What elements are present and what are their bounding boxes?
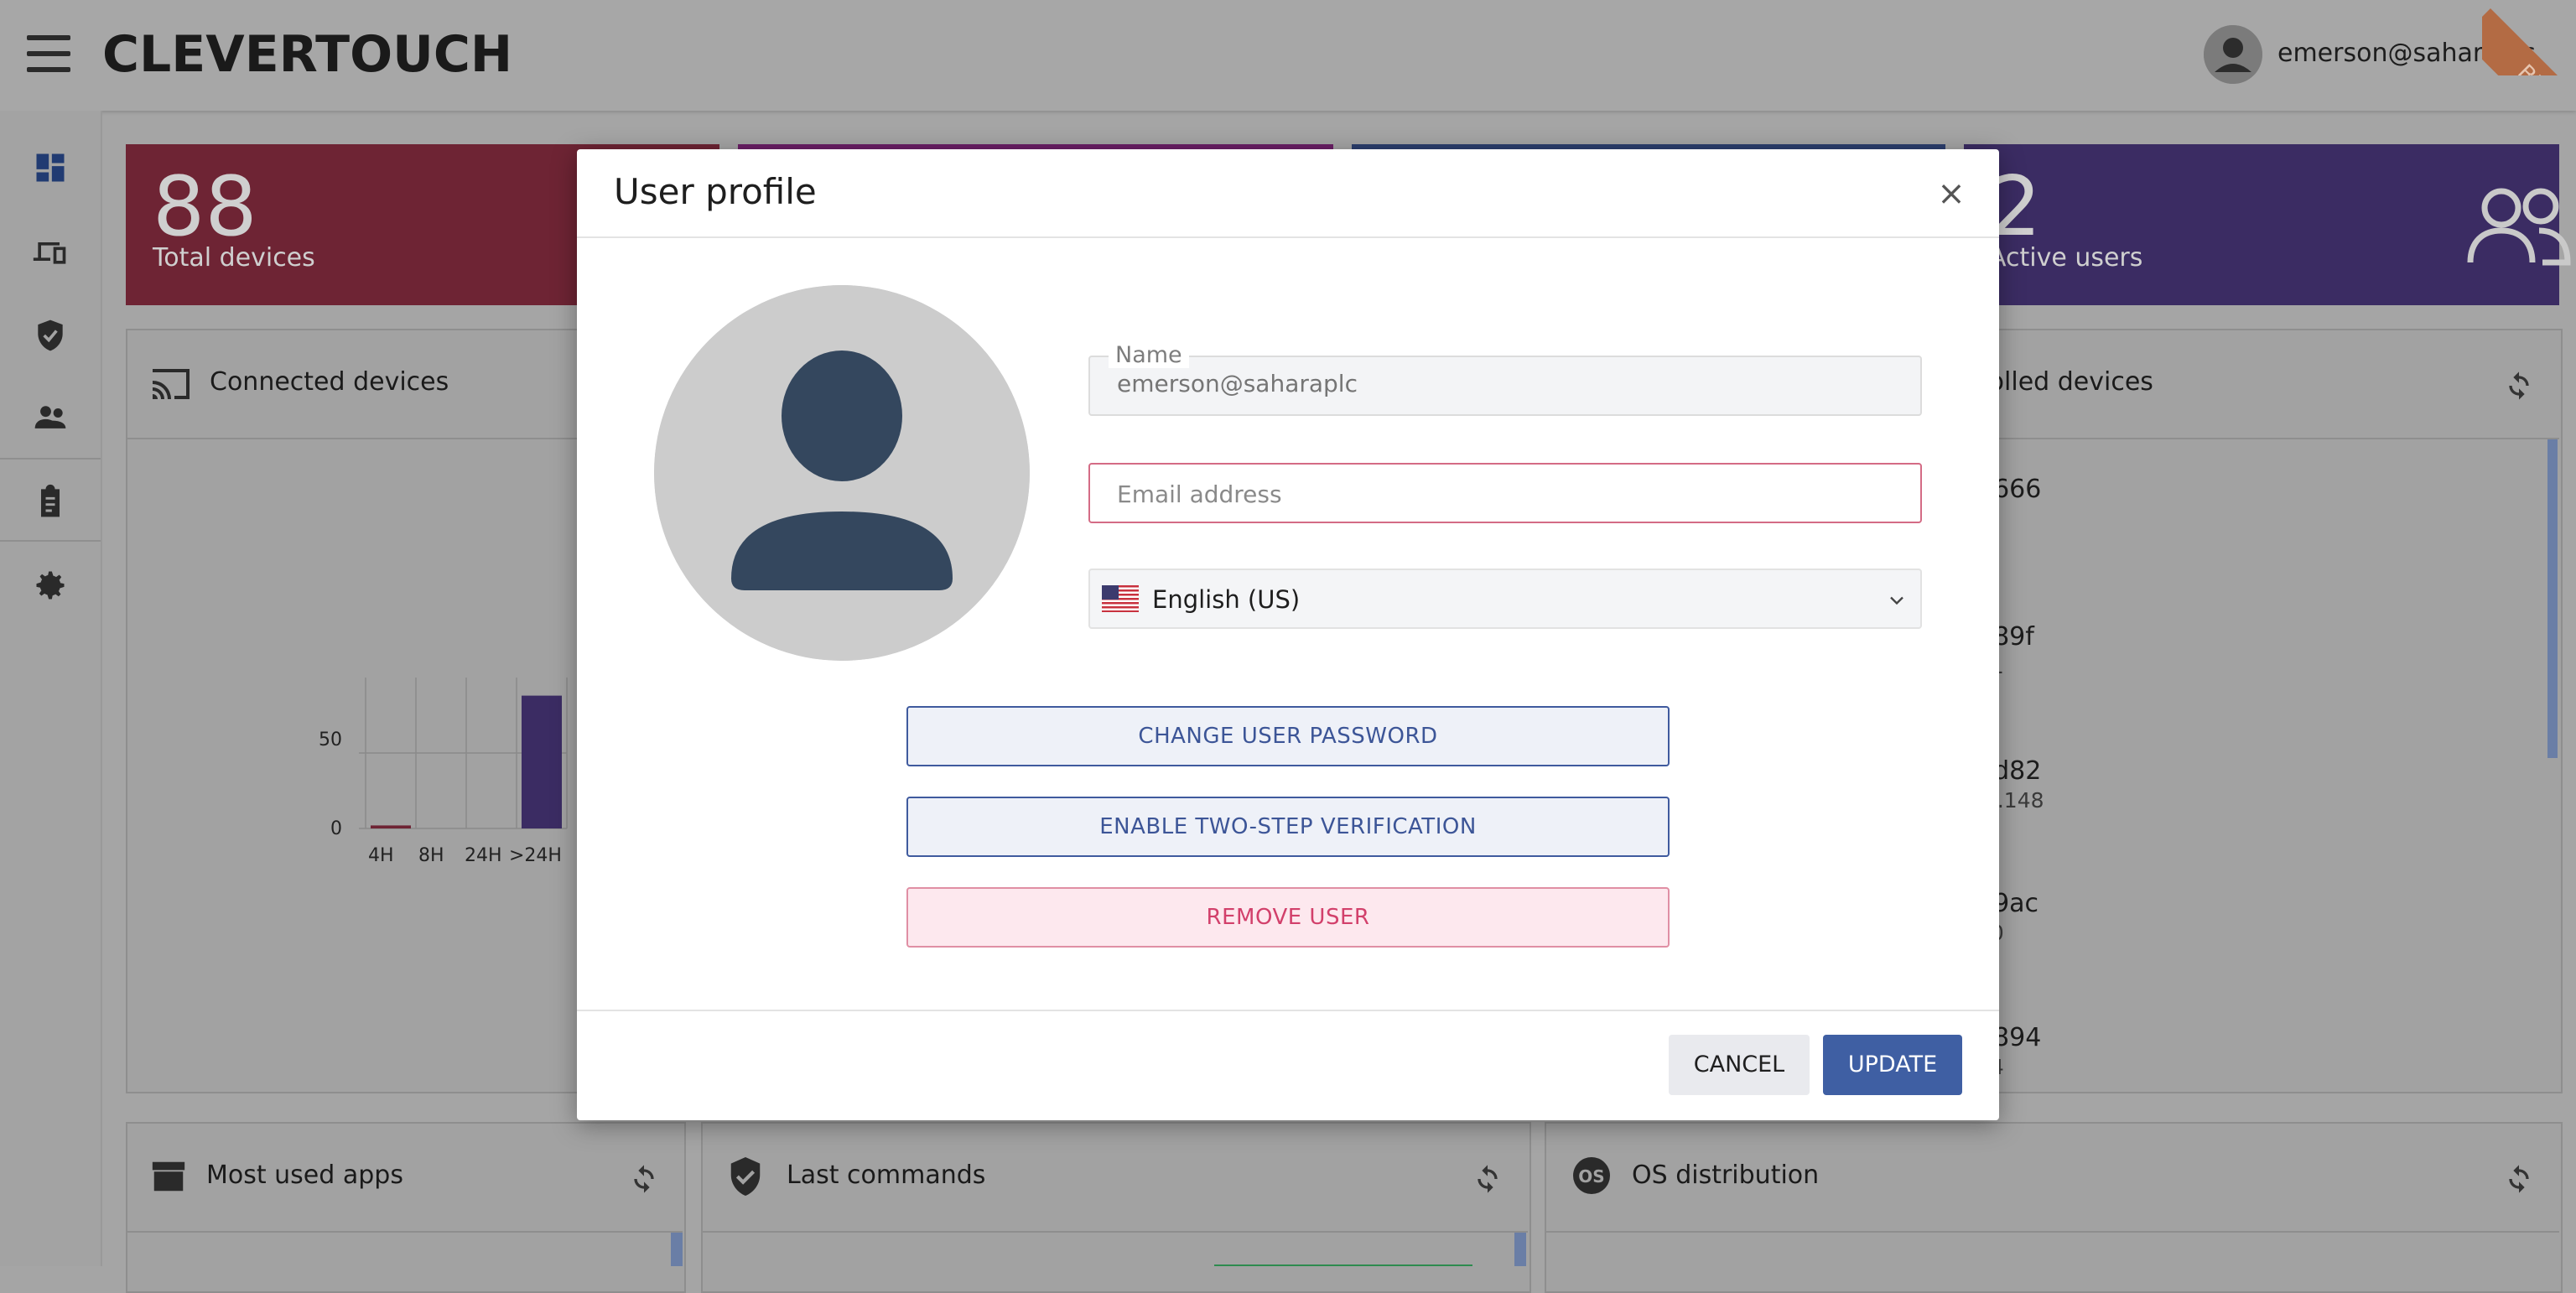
svg-text:OS: OS xyxy=(1578,1166,1604,1187)
shield-icon xyxy=(38,319,63,351)
x-tick-label: 4H xyxy=(368,845,394,866)
x-tick-label: 8H xyxy=(418,845,444,866)
gear-icon xyxy=(36,571,65,600)
refresh-icon xyxy=(2509,371,2529,400)
x-tick-label: >24H xyxy=(509,845,562,866)
shield-icon xyxy=(730,1157,761,1196)
top-bar: CLEVERTOUCH emerson@saharaplc BETA xyxy=(0,0,2576,111)
sidebar-item-security[interactable] xyxy=(32,317,69,354)
refresh-icon xyxy=(634,1165,654,1193)
chart-bar[interactable] xyxy=(522,695,562,828)
scrollbar[interactable] xyxy=(671,1233,683,1266)
profile-avatar[interactable] xyxy=(654,285,1030,661)
chevron-down-icon[interactable] xyxy=(1885,589,1909,612)
sidebar-item-commands[interactable] xyxy=(32,483,69,520)
panel-divider xyxy=(127,1231,683,1233)
stat-label: Total devices xyxy=(153,243,315,273)
users-icon xyxy=(34,406,66,428)
most-used-apps-panel xyxy=(126,1122,686,1293)
update-button[interactable]: UPDATE xyxy=(1823,1035,1962,1095)
email-field[interactable] xyxy=(1088,463,1922,523)
x-tick-label: 24H xyxy=(465,845,502,866)
user-silhouette-icon xyxy=(654,285,1030,661)
close-icon[interactable]: × xyxy=(1929,171,1974,216)
cast-icon xyxy=(153,369,190,399)
sidebar-item-dashboard[interactable] xyxy=(32,149,69,186)
modal-header: User profile × xyxy=(577,149,1999,238)
sidebar-item-users[interactable] xyxy=(32,399,69,436)
refresh-button[interactable] xyxy=(627,1162,661,1196)
sidebar-divider xyxy=(0,458,101,460)
users-icon xyxy=(2467,188,2571,266)
avatar-icon xyxy=(2204,25,2262,84)
refresh-icon xyxy=(2509,1165,2529,1193)
selected-language: English (US) xyxy=(1152,585,1301,614)
os-distribution-panel xyxy=(1545,1122,2563,1293)
cancel-button[interactable]: CANCEL xyxy=(1669,1035,1810,1095)
sidebar-divider xyxy=(0,540,101,542)
panel-title: Most used apps xyxy=(206,1161,403,1190)
scrollbar[interactable] xyxy=(2547,439,2558,758)
clipboard-icon xyxy=(41,484,60,517)
dashboard-icon xyxy=(36,153,65,182)
user-avatar[interactable] xyxy=(2204,25,2262,84)
y-tick-label: 0 xyxy=(330,818,342,839)
panel-title: rolled devices xyxy=(1979,367,2153,397)
language-select[interactable]: English (US) xyxy=(1088,569,1922,629)
name-field[interactable]: Name xyxy=(1088,342,1922,416)
change-password-button[interactable]: CHANGE USER PASSWORD xyxy=(906,706,1670,766)
stat-value: 88 xyxy=(153,159,257,255)
panel-title: Last commands xyxy=(787,1161,986,1190)
email-input[interactable] xyxy=(1115,480,1898,509)
os-icon: OS xyxy=(1573,1157,1610,1194)
enable-two-step-button[interactable]: ENABLE TWO-STEP VERIFICATION xyxy=(906,797,1670,857)
chart-bar[interactable] xyxy=(371,825,411,828)
modal-title: User profile xyxy=(614,171,817,212)
name-input[interactable] xyxy=(1115,369,1898,398)
panel-title: Connected devices xyxy=(210,367,449,397)
panel-title: OS distribution xyxy=(1632,1161,1820,1190)
devices-icon xyxy=(33,242,66,264)
archive-icon xyxy=(152,1161,185,1192)
beta-ribbon: BETA xyxy=(2482,0,2576,75)
scrollbar[interactable] xyxy=(1514,1233,1526,1266)
remove-user-button[interactable]: REMOVE USER xyxy=(906,887,1670,948)
stat-label: Active users xyxy=(1989,243,2143,273)
refresh-button[interactable] xyxy=(2502,1162,2536,1196)
us-flag-icon xyxy=(1102,585,1139,612)
stat-card-active-users[interactable]: 2 Active users xyxy=(1964,144,2571,305)
connected-devices-chart xyxy=(359,678,568,829)
y-tick-label: 50 xyxy=(319,730,342,750)
panel-divider xyxy=(703,1231,1528,1233)
refresh-button[interactable] xyxy=(2502,369,2536,402)
user-profile-modal: User profile × Name emerson@saharaplc Em… xyxy=(577,149,1999,1120)
menu-icon[interactable] xyxy=(27,35,70,72)
sidebar-item-settings[interactable] xyxy=(32,567,69,604)
refresh-button[interactable] xyxy=(1471,1162,1504,1196)
sidebar xyxy=(0,111,102,1266)
brand-logo: CLEVERTOUCH xyxy=(102,25,513,84)
last-commands-panel xyxy=(701,1122,1531,1293)
refresh-icon xyxy=(1478,1165,1498,1193)
modal-footer-divider xyxy=(577,1010,1999,1011)
sidebar-item-devices[interactable] xyxy=(32,233,69,270)
panel-divider xyxy=(1546,1231,2559,1233)
name-label: Name xyxy=(1109,342,1189,368)
